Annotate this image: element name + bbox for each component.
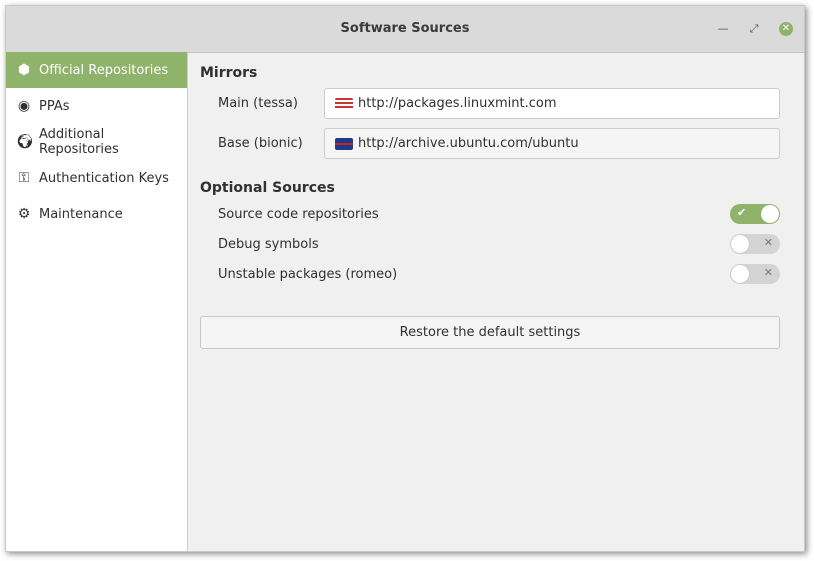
maximize-button[interactable]: ⤢ bbox=[745, 20, 763, 38]
sidebar-item-ppas[interactable]: ◉ PPAs bbox=[6, 88, 187, 124]
sidebar-item-official-repositories[interactable]: ⬢ Official Repositories bbox=[6, 52, 187, 88]
close-button[interactable]: ✕ bbox=[779, 22, 793, 36]
title-bar: Software Sources — ⤢ ✕ bbox=[6, 6, 804, 53]
base-mirror-url: http://archive.ubuntu.com/ubuntu bbox=[358, 136, 579, 151]
uk-flag-icon bbox=[335, 137, 353, 150]
main-mirror-button[interactable]: http://packages.linuxmint.com bbox=[324, 88, 780, 119]
sidebar-item-label: Additional Repositories bbox=[39, 127, 119, 157]
ppa-icon: ◉ bbox=[17, 98, 31, 114]
sidebar: ⬢ Official Repositories ◉ PPAs 🌍︎ Additiona… bbox=[6, 52, 188, 551]
sidebar-item-label: Authentication Keys bbox=[39, 170, 169, 186]
key-icon: ⚿ bbox=[18, 170, 30, 186]
minimize-button[interactable]: — bbox=[714, 20, 732, 38]
mirrors-heading: Mirrors bbox=[200, 65, 258, 81]
globe-icon: 🌍︎ bbox=[16, 134, 34, 150]
sidebar-item-authentication-keys[interactable]: ⚿ Authentication Keys bbox=[6, 160, 187, 196]
restore-defaults-button[interactable]: Restore the default settings bbox=[200, 316, 780, 349]
check-icon: ✔ bbox=[737, 206, 747, 219]
source-code-toggle[interactable]: ✔ bbox=[730, 204, 780, 224]
optional-sources-heading: Optional Sources bbox=[200, 180, 335, 196]
sidebar-item-additional-repositories[interactable]: 🌍︎ Additional Repositories bbox=[6, 124, 187, 160]
software-sources-window: Software Sources — ⤢ ✕ ⬢ Official Reposit… bbox=[5, 5, 805, 552]
sidebar-item-label: PPAs bbox=[39, 98, 70, 114]
sidebar-item-label: Official Repositories bbox=[39, 62, 169, 78]
main-mirror-url: http://packages.linuxmint.com bbox=[358, 96, 557, 111]
x-icon: ✕ bbox=[763, 236, 773, 249]
us-flag-icon bbox=[335, 97, 353, 110]
base-mirror-button[interactable]: http://archive.ubuntu.com/ubuntu bbox=[324, 128, 780, 159]
unstable-packages-toggle[interactable]: ✕ bbox=[730, 264, 780, 284]
debug-symbols-toggle[interactable]: ✕ bbox=[730, 234, 780, 254]
unstable-packages-label: Unstable packages (romeo) bbox=[218, 266, 398, 282]
window-title: Software Sources bbox=[340, 21, 470, 36]
debug-symbols-label: Debug symbols bbox=[218, 236, 319, 252]
maintenance-icon: ⚙ bbox=[17, 206, 31, 222]
x-icon: ✕ bbox=[763, 266, 773, 279]
sidebar-item-maintenance[interactable]: ⚙ Maintenance bbox=[6, 196, 187, 232]
package-icon: ⬢ bbox=[17, 62, 31, 78]
main-mirror-label: Main (tessa) bbox=[218, 96, 298, 111]
source-code-label: Source code repositories bbox=[218, 206, 379, 222]
sidebar-item-label: Maintenance bbox=[39, 206, 123, 222]
base-mirror-label: Base (bionic) bbox=[218, 136, 303, 151]
